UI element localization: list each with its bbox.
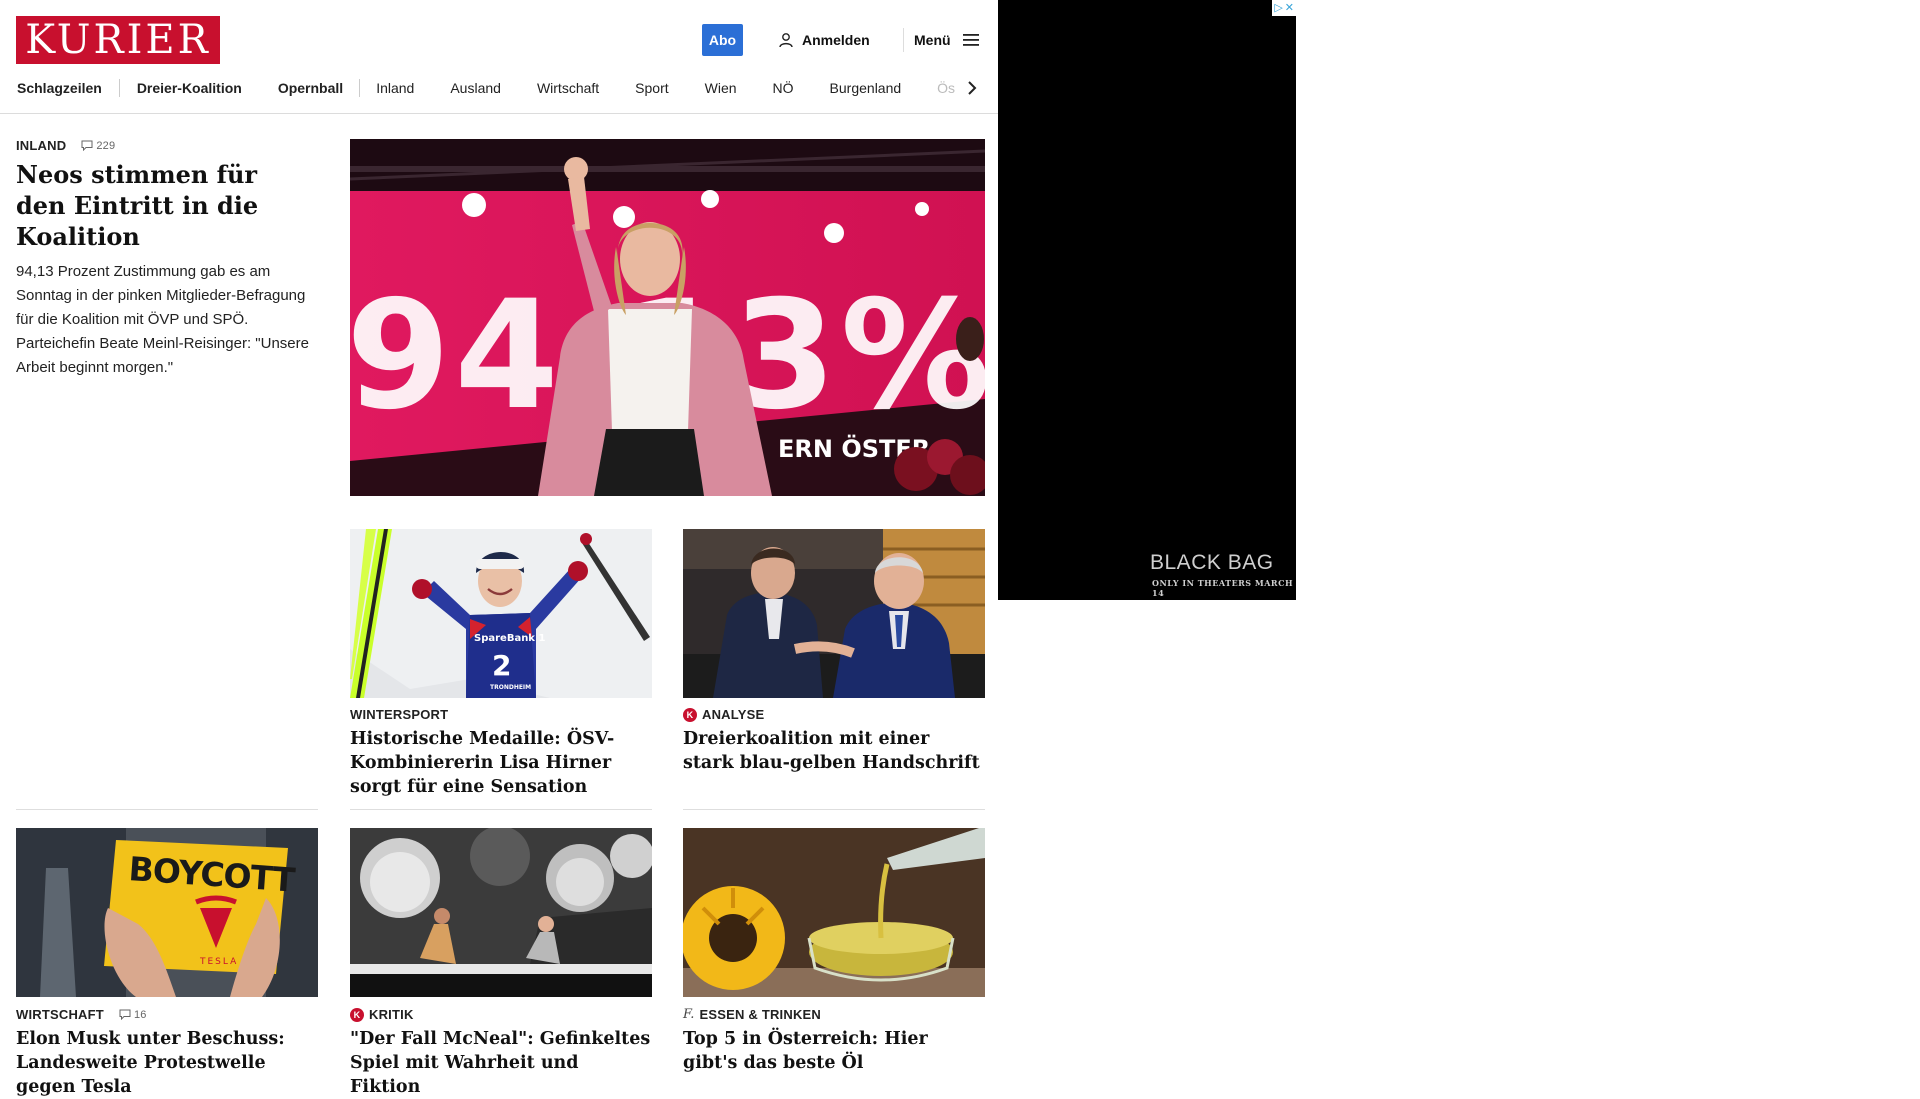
essen-kicker-label: ESSEN & TRINKEN: [699, 1007, 821, 1022]
nav-item-burgenland[interactable]: Burgenland: [830, 80, 902, 96]
ski-photo: SpareBank 1 2 TRONDHEIM: [350, 529, 652, 698]
row-divider: [16, 809, 318, 810]
article-image-wintersport[interactable]: SpareBank 1 2 TRONDHEIM: [350, 529, 652, 698]
ad-title: BLACK BAG: [1150, 551, 1274, 574]
wintersport-kicker-label: WINTERSPORT: [350, 707, 449, 722]
hamburger-icon: [962, 34, 979, 46]
nav-divider: [118, 79, 120, 97]
essen-kicker: f. ESSEN & TRINKEN: [683, 1007, 985, 1022]
freizeit-icon: f.: [683, 1007, 695, 1022]
nav-item-opernball[interactable]: Opernball: [278, 80, 343, 96]
lead-image[interactable]: 94,13% ERN ÖSTER: [350, 139, 985, 496]
comment-icon: [81, 140, 93, 151]
logo-text: KURIER: [25, 17, 211, 63]
oil-photo: [683, 828, 985, 997]
nav-divider: [359, 79, 361, 97]
kritik-kicker: K KRITIK: [350, 1007, 652, 1022]
bib-city: TRONDHEIM: [490, 684, 531, 691]
login-button[interactable]: Anmelden: [778, 24, 870, 56]
tesla-protest-photo: BOYCOTT TESLA: [16, 828, 318, 997]
article-analyse[interactable]: K ANALYSE Dreierkoalition mit einer star…: [683, 707, 985, 775]
chevron-right-icon: [968, 81, 977, 95]
row-divider: [683, 809, 985, 810]
comment-icon: [119, 1009, 131, 1020]
lead-headline[interactable]: Neos stimmen für den Eintritt in die Koa…: [16, 159, 306, 252]
nav-item-dreier-koalition[interactable]: Dreier-Koalition: [137, 80, 242, 96]
wirtschaft-comment-count: 16: [133, 1008, 147, 1021]
bib-sponsor: SpareBank 1: [474, 633, 545, 644]
ad-subtitle: ONLY IN THEATERS MARCH 14: [1152, 578, 1294, 598]
wirtschaft-kicker: WIRTSCHAFT 16: [16, 1007, 318, 1022]
nav-item-oesterreich[interactable]: Ös: [937, 80, 955, 96]
menu-divider: [903, 28, 904, 52]
wirtschaft-comments[interactable]: 16: [119, 1009, 147, 1021]
article-essen[interactable]: f. ESSEN & TRINKEN Top 5 in Österreich: …: [683, 1007, 985, 1075]
kurier-logo[interactable]: KURIER: [16, 16, 220, 64]
wintersport-headline[interactable]: Historische Medaille: ÖSV-Kombiniererin …: [350, 727, 652, 799]
nav-item-wien[interactable]: Wien: [705, 80, 737, 96]
nav-item-inland[interactable]: Inland: [376, 80, 414, 96]
parliament-photo: [683, 529, 985, 698]
lead-comments[interactable]: 229: [81, 140, 115, 152]
analyse-kicker-label: ANALYSE: [702, 707, 765, 722]
bib-number: 2: [492, 649, 511, 682]
theater-photo: [350, 828, 652, 997]
article-image-essen[interactable]: [683, 828, 985, 997]
lead-teaser: 94,13 Prozent Zustimmung gab es am Sonnt…: [16, 263, 309, 376]
lead-comment-count: 229: [96, 139, 116, 152]
wirtschaft-headline[interactable]: Elon Musk unter Beschuss: Landesweite Pr…: [16, 1027, 318, 1099]
kurier-k-icon: K: [350, 1007, 364, 1022]
nav-item-sport[interactable]: Sport: [635, 80, 668, 96]
essen-headline[interactable]: Top 5 in Österreich: Hier gibt's das bes…: [683, 1027, 985, 1075]
ad-choices[interactable]: ▷ ✕: [1272, 0, 1296, 16]
lead-article[interactable]: INLAND 229 Neos stimmen für den Eintritt…: [16, 138, 316, 380]
analyse-headline[interactable]: Dreierkoalition mit einer stark blau-gel…: [683, 727, 985, 775]
advertisement[interactable]: ▷ ✕ BLACK BAG ONLY IN THEATERS MARCH 14: [998, 0, 1296, 600]
nav-scroll-right-button[interactable]: [962, 77, 982, 99]
site-header: KURIER Abo Anmelden Menü Schlagzeilen Dr…: [0, 0, 1000, 114]
menu-button[interactable]: Menü: [914, 24, 979, 56]
kritik-kicker-label: KRITIK: [369, 1007, 414, 1022]
wirtschaft-kicker-label: WIRTSCHAFT: [16, 1007, 104, 1022]
ad-info-icon[interactable]: ▷: [1274, 1, 1282, 15]
user-icon: [779, 33, 793, 48]
nav-item-ausland[interactable]: Ausland: [450, 80, 501, 96]
menu-label: Menü: [914, 32, 951, 48]
article-kritik[interactable]: K KRITIK "Der Fall McNeal": Gefinkeltes …: [350, 1007, 652, 1099]
lead-kicker: INLAND 229: [16, 138, 316, 153]
abo-button[interactable]: Abo: [702, 24, 743, 56]
login-label: Anmelden: [802, 32, 870, 48]
ad-close-icon[interactable]: ✕: [1285, 1, 1294, 15]
article-image-kritik[interactable]: [350, 828, 652, 997]
row-divider: [350, 809, 652, 810]
nav-item-noe[interactable]: NÖ: [773, 80, 794, 96]
article-wintersport[interactable]: WINTERSPORT Historische Medaille: ÖSV-Ko…: [350, 707, 652, 799]
wintersport-kicker: WINTERSPORT: [350, 707, 652, 722]
lead-kicker-label: INLAND: [16, 138, 67, 153]
main-nav: Schlagzeilen Dreier-Koalition Opernball …: [17, 76, 975, 100]
article-image-wirtschaft[interactable]: BOYCOTT TESLA: [16, 828, 318, 997]
nav-item-schlagzeilen[interactable]: Schlagzeilen: [17, 80, 102, 96]
analyse-kicker: K ANALYSE: [683, 707, 985, 722]
kurier-k-icon: K: [683, 707, 697, 722]
article-image-analyse[interactable]: [683, 529, 985, 698]
article-wirtschaft[interactable]: WIRTSCHAFT 16 Elon Musk unter Beschuss: …: [16, 1007, 318, 1099]
sign-brand: TESLA: [199, 957, 238, 967]
nav-item-wirtschaft[interactable]: Wirtschaft: [537, 80, 599, 96]
lead-photo: 94,13% ERN ÖSTER: [350, 139, 985, 496]
kritik-headline[interactable]: "Der Fall McNeal": Gefinkeltes Spiel mit…: [350, 1027, 652, 1099]
